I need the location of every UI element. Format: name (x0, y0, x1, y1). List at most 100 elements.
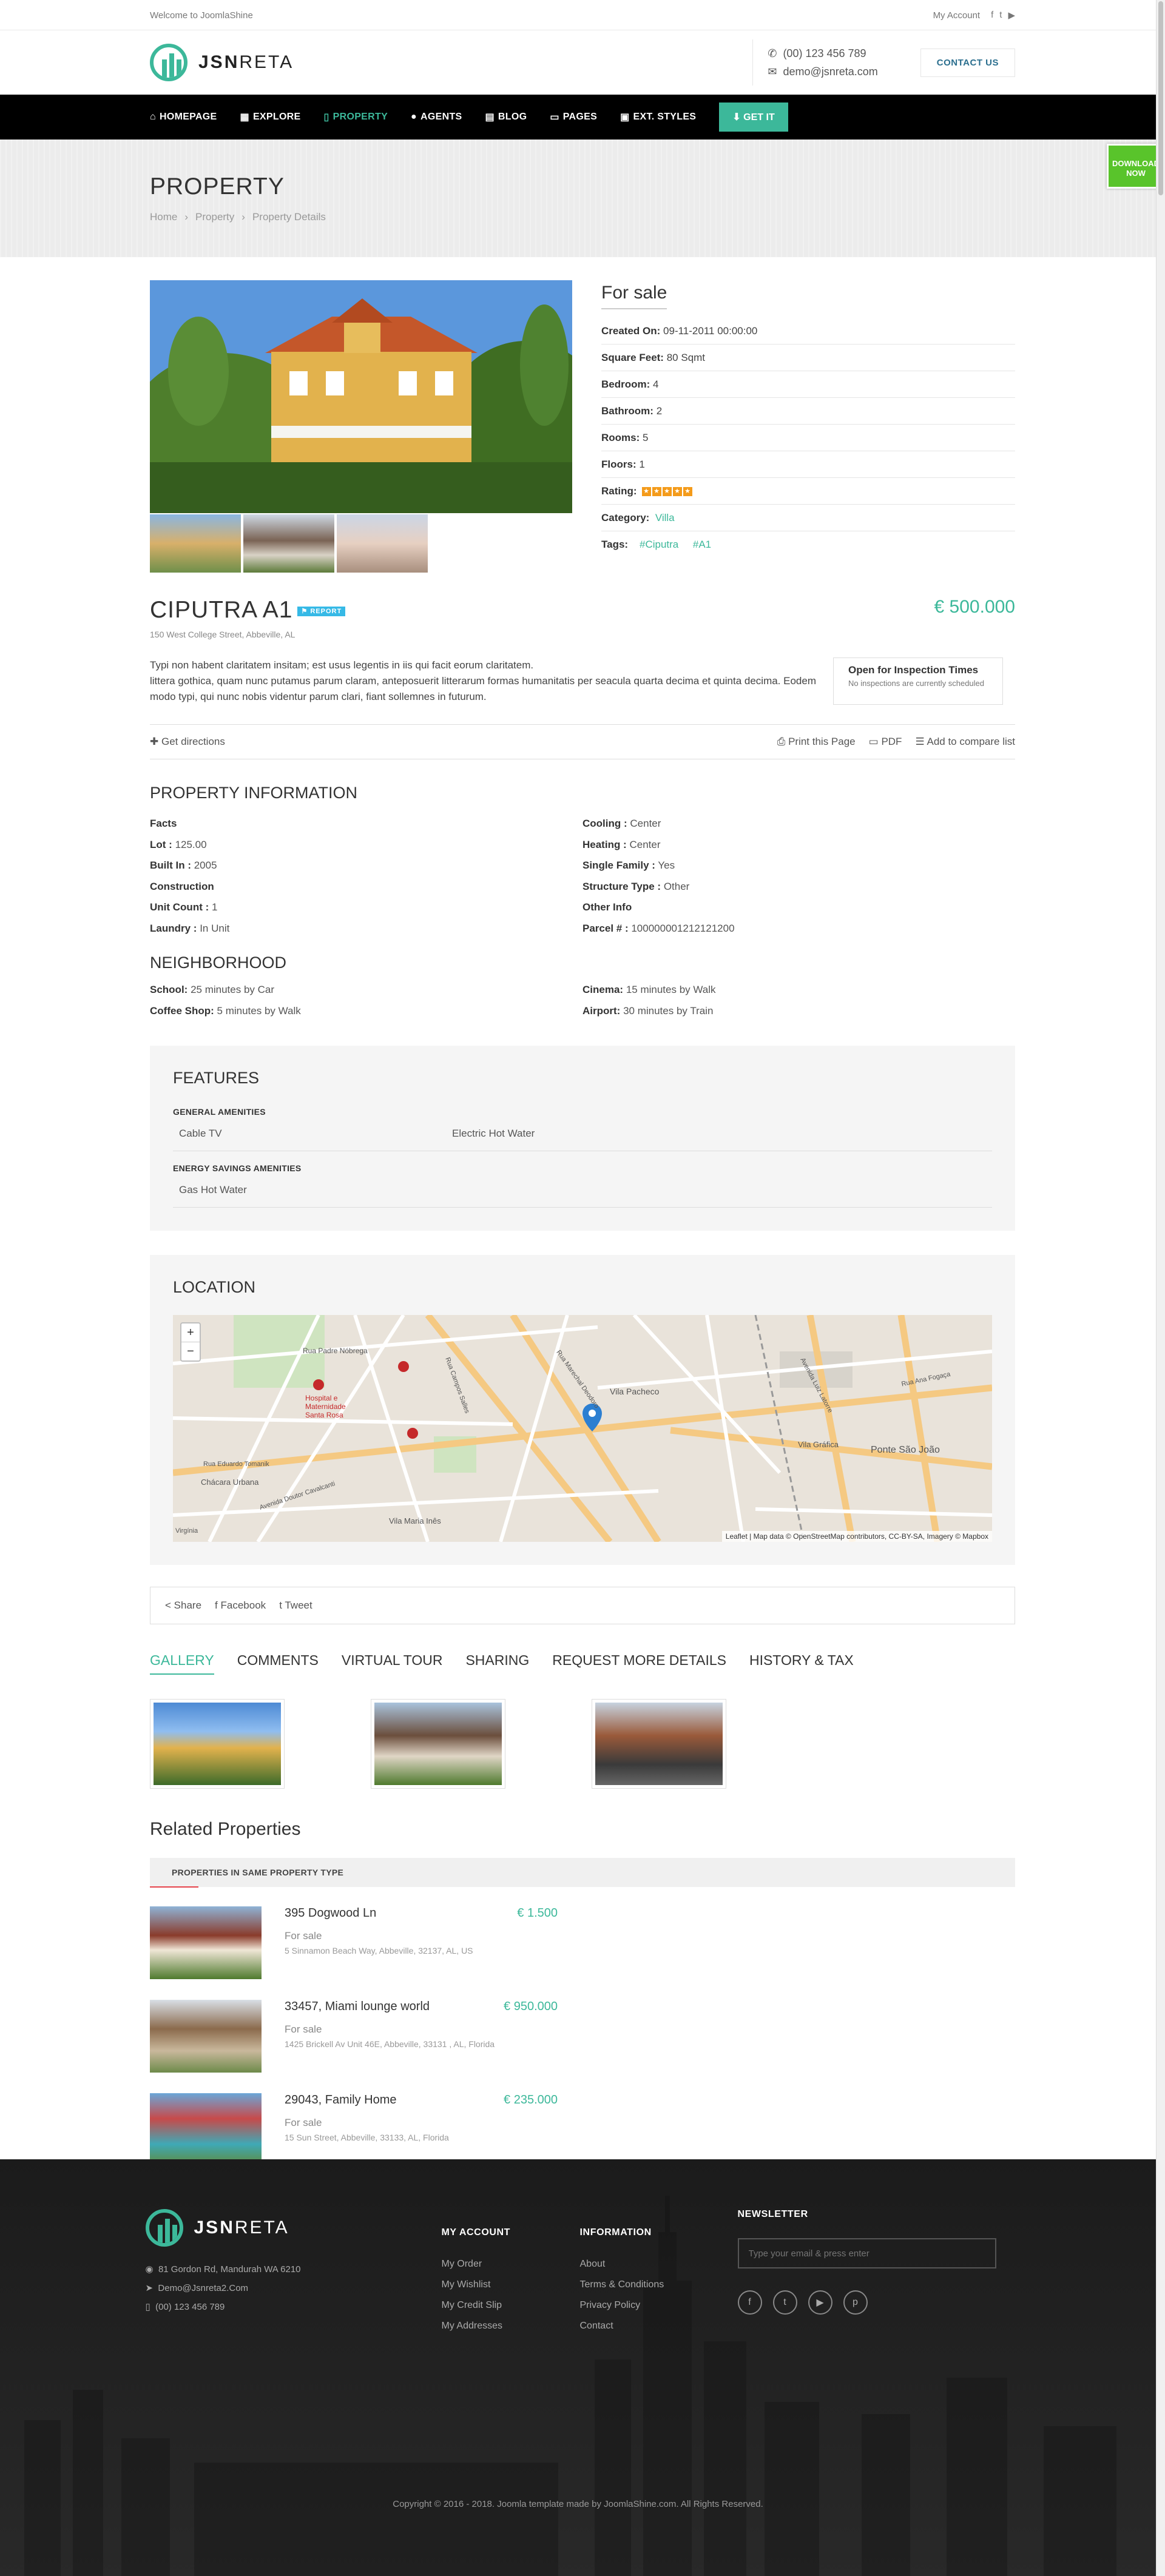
location-map[interactable]: + − Rua Padre Nóbrega Hospital e Materni… (173, 1315, 992, 1542)
info-label: Unit Count : (150, 901, 209, 913)
info-row: Facts (150, 813, 582, 835)
footer-link[interactable]: Terms & Conditions (580, 2275, 738, 2295)
map-label: Rua Eduardo Tomanik (203, 1461, 269, 1468)
twitter-icon[interactable]: t (999, 10, 1002, 21)
related-property-image[interactable] (150, 2093, 262, 2166)
share-button[interactable]: < Share (165, 1599, 201, 1612)
related-property-address: 15 Sun Street, Abbeville, 33133, AL, Flo… (285, 2133, 449, 2142)
report-button[interactable]: ⚑ REPORT (297, 607, 346, 617)
get-it-button[interactable]: ⬇ GET IT (719, 103, 788, 132)
header-contact: ✆ (00) 123 456 789 ✉ demo@jsnreta.com (752, 39, 892, 86)
footer-link[interactable]: My Order (442, 2254, 580, 2275)
facebook-share-button[interactable]: f Facebook (215, 1599, 266, 1612)
gallery-image[interactable] (150, 1699, 285, 1789)
tab-comments[interactable]: COMMENTS (237, 1652, 319, 1675)
detail-value: 1 (639, 459, 645, 470)
related-property-name[interactable]: 33457, Miami lounge world (285, 2000, 430, 2014)
zoom-in-button[interactable]: + (181, 1323, 200, 1342)
facebook-icon[interactable]: f (737, 2290, 762, 2315)
footer-link[interactable]: Privacy Policy (580, 2295, 738, 2316)
nav-pages[interactable]: ▭ PAGES (550, 111, 597, 123)
gallery-thumb-2[interactable] (243, 514, 334, 573)
get-directions-link[interactable]: ✚ Get directions (150, 736, 225, 748)
footer-link[interactable]: About (580, 2254, 738, 2275)
star-icon: ★ (683, 487, 692, 497)
nav-property[interactable]: ▯ PROPERTY (324, 111, 388, 123)
related-property-address: 1425 Brickell Av Unit 46E, Abbeville, 33… (285, 2039, 495, 2049)
twitter-icon[interactable]: t (772, 2290, 797, 2315)
tag-link[interactable]: #A1 (693, 539, 711, 550)
site-header: JSNRETA ✆ (00) 123 456 789 ✉ demo@jsnret… (0, 30, 1165, 95)
info-label: Cooling : (582, 818, 627, 829)
site-logo[interactable]: JSNRETA (150, 44, 294, 81)
detail-value: 5 (643, 432, 649, 443)
site-footer: JSNRETA ◉ 81 Gordon Rd, Mandurah WA 6210… (0, 2159, 1156, 2576)
newsletter-email-input[interactable] (737, 2238, 996, 2268)
breadcrumb-property[interactable]: Property (195, 211, 234, 223)
nav-homepage[interactable]: ⌂ HOMEPAGE (150, 112, 217, 123)
phone-icon: ✆ (768, 47, 777, 59)
tag-link[interactable]: #Ciputra (640, 539, 678, 550)
page-scrollbar[interactable] (1156, 0, 1165, 2576)
map-label: Virgínia (175, 1527, 198, 1535)
map-label: Vila Pacheco (610, 1387, 660, 1396)
tab-sharing[interactable]: SHARING (465, 1652, 529, 1675)
gallery-thumb-1[interactable] (150, 514, 241, 573)
tags-row: Tags: #Ciputra #A1 (601, 539, 712, 550)
tab-gallery[interactable]: GALLERY (150, 1652, 214, 1675)
breadcrumb: Home › Property › Property Details (150, 211, 326, 223)
tab-history-tax[interactable]: HISTORY & TAX (749, 1652, 854, 1675)
related-property-name[interactable]: 29043, Family Home (285, 2093, 397, 2107)
pdf-link[interactable]: ▭ PDF (869, 736, 902, 748)
youtube-icon[interactable]: ▶ (808, 2290, 832, 2315)
detail-row: Rooms: 5 (601, 425, 1015, 451)
info-label: Heating : (582, 838, 627, 850)
gallery-image[interactable] (371, 1699, 505, 1789)
zoom-out-button[interactable]: − (181, 1342, 200, 1360)
related-property-image[interactable] (150, 1906, 262, 1979)
compare-link[interactable]: ☰ Add to compare list (915, 736, 1015, 748)
property-gallery (150, 280, 572, 573)
info-row: Cinema: 15 minutes by Walk (582, 980, 1015, 1001)
info-value: In Unit (200, 922, 230, 934)
youtube-icon[interactable]: ▶ (1008, 10, 1015, 21)
category-link[interactable]: Villa (655, 512, 675, 523)
info-label: Airport: (582, 1004, 621, 1017)
related-property[interactable]: 33457, Miami lounge world € 950.000 For sa… (150, 2000, 593, 2073)
nav-ext-styles[interactable]: ▣ EXT. STYLES (620, 111, 696, 123)
tab-virtual-tour[interactable]: VIRTUAL TOUR (342, 1652, 443, 1675)
pinterest-icon[interactable]: p (843, 2290, 868, 2315)
tab-request-details[interactable]: REQUEST MORE DETAILS (552, 1652, 726, 1675)
footer-link[interactable]: My Addresses (442, 2316, 580, 2336)
tweet-button[interactable]: t Tweet (279, 1599, 312, 1612)
map-attribution[interactable]: Leaflet | Map data © OpenStreetMap contr… (721, 1531, 992, 1542)
nav-explore[interactable]: ▦ EXPLORE (240, 111, 301, 123)
gallery-image[interactable] (592, 1699, 726, 1789)
footer-link[interactable]: Contact (580, 2316, 738, 2336)
star-icon: ★ (672, 487, 682, 497)
footer-link[interactable]: My Wishlist (442, 2275, 580, 2295)
print-link[interactable]: ⎙ Print this Page (777, 736, 856, 748)
related-property[interactable]: 29043, Family Home € 235.000 For sale 15 Su… (150, 2093, 593, 2166)
related-property[interactable]: 395 Dogwood Ln € 1.500 For sale 5 Sinnamon … (150, 1906, 593, 1979)
gallery-thumb-3[interactable] (337, 514, 428, 573)
related-title: Related Properties (150, 1819, 301, 1839)
main-property-image[interactable] (150, 280, 572, 513)
logo-bold: JSN (198, 52, 240, 72)
facebook-icon[interactable]: f (991, 10, 993, 21)
star-icon: ★ (662, 487, 672, 497)
phone-icon: ▯ (145, 2302, 150, 2312)
related-property-image[interactable] (150, 2000, 262, 2073)
nav-blog[interactable]: ▤ BLOG (485, 111, 527, 123)
detail-row: Bedroom: 4 (601, 371, 1015, 398)
breadcrumb-home[interactable]: Home (150, 211, 177, 223)
footer-logo[interactable]: JSNRETA (145, 2209, 442, 2247)
list-icon: ☰ (915, 736, 925, 747)
related-property-name[interactable]: 395 Dogwood Ln (285, 1906, 376, 1920)
nav-agents[interactable]: ● AGENTS (411, 112, 462, 123)
contact-us-button[interactable]: CONTACT US (920, 48, 1015, 77)
info-label: Coffee Shop: (150, 1004, 214, 1017)
footer-link[interactable]: My Credit Slip (442, 2295, 580, 2316)
info-row: Construction (150, 876, 582, 898)
my-account-link[interactable]: My Account (933, 10, 981, 21)
